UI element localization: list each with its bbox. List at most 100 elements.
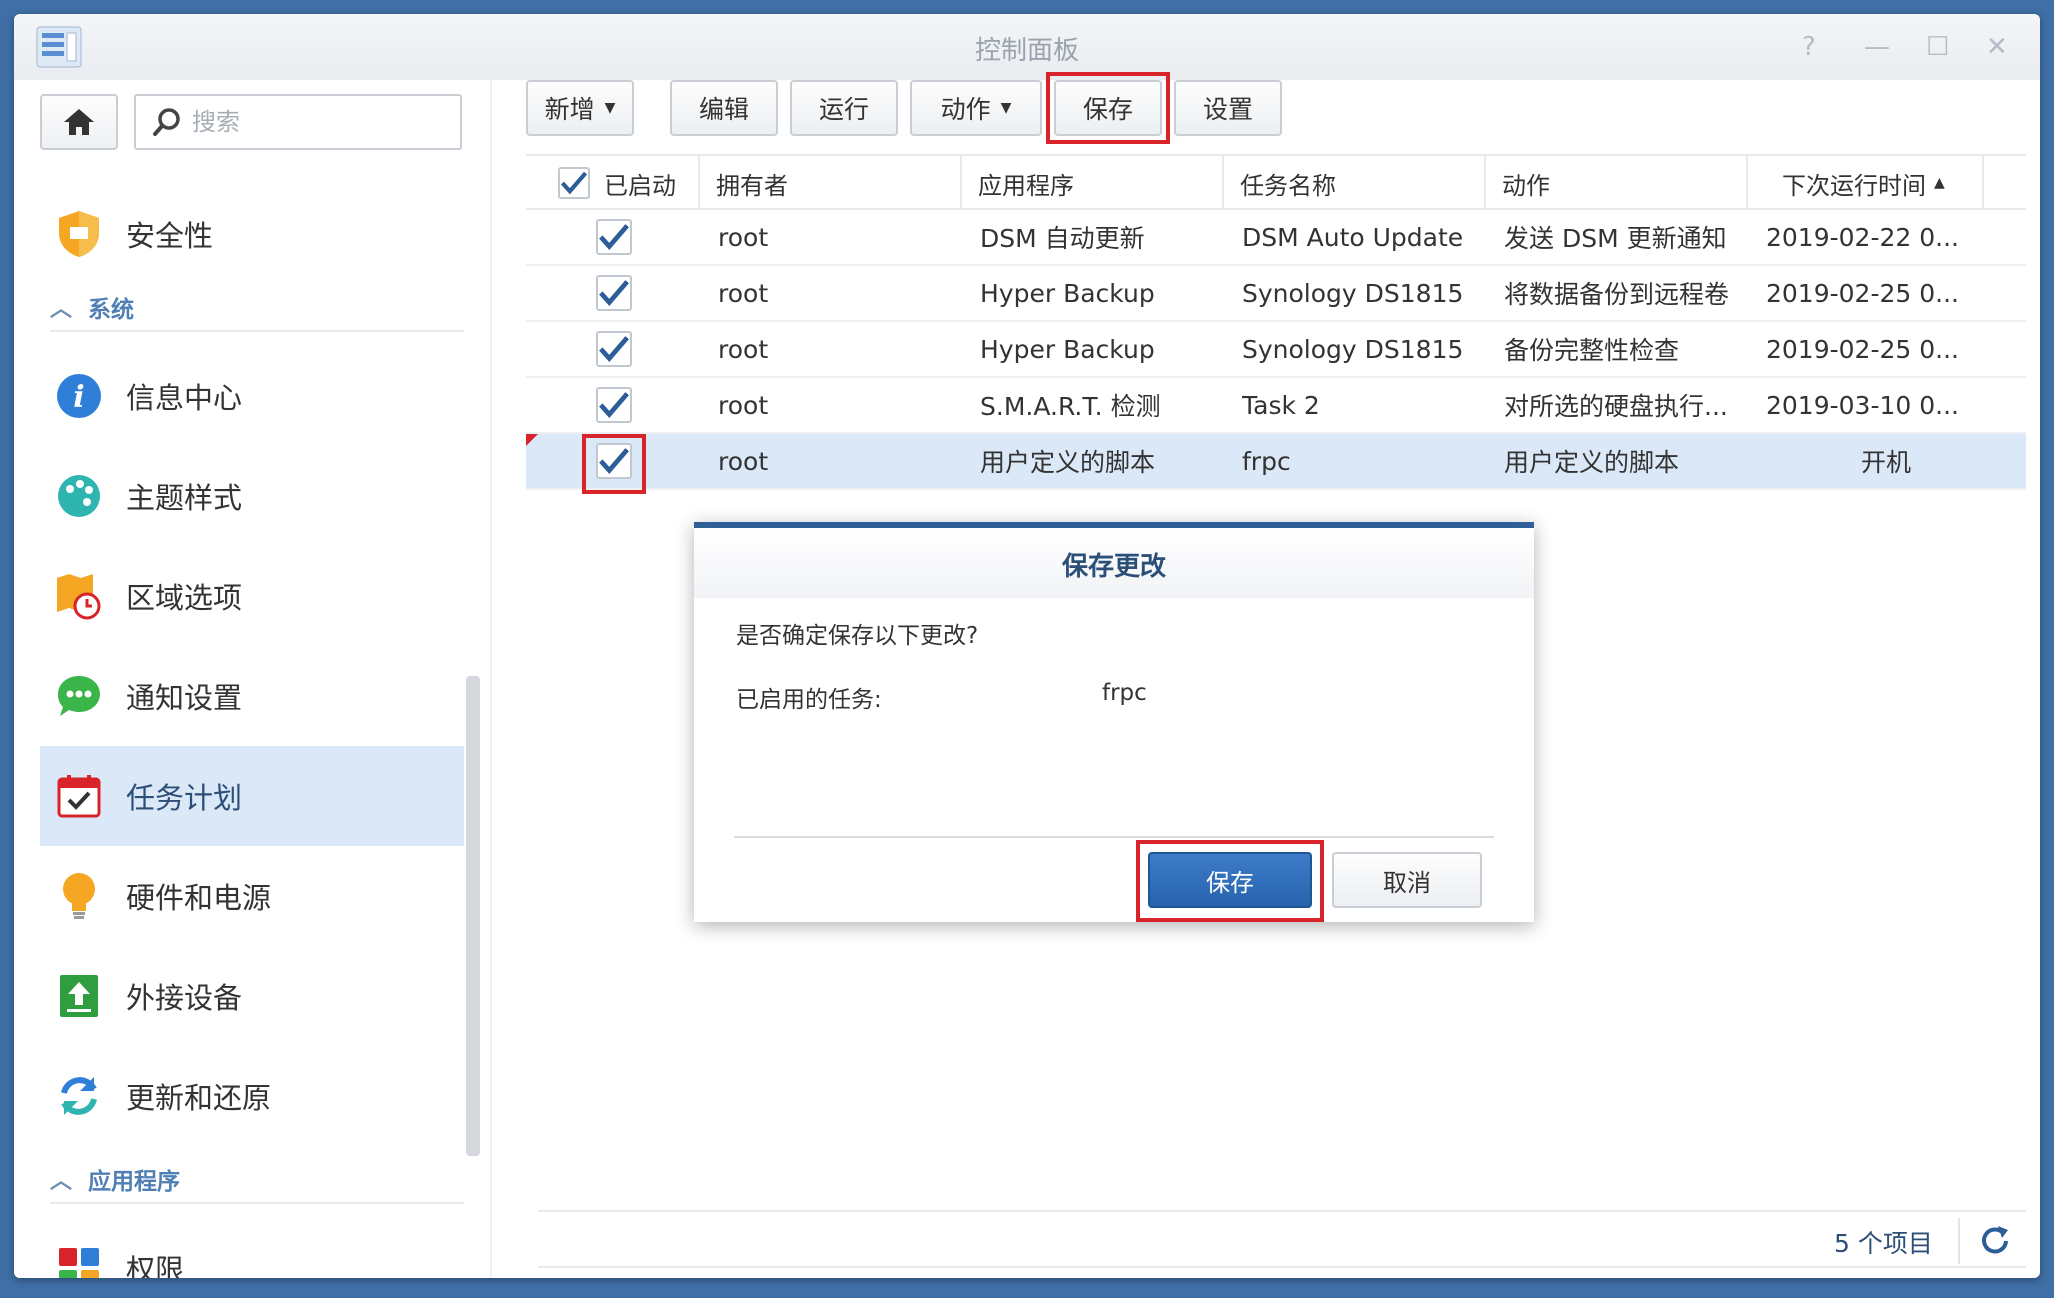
title-bar: 控制面板 ? — ☐ ✕ xyxy=(14,14,2040,80)
table-row[interactable]: root Hyper Backup Synology DS1815 备份完整性检… xyxy=(526,322,2026,378)
app-cell: Hyper Backup xyxy=(980,278,1155,308)
section-label: 系统 xyxy=(88,297,135,323)
sidebar-scrollbar[interactable] xyxy=(466,676,480,1156)
lightbulb-icon xyxy=(54,871,104,921)
enabled-checkbox[interactable] xyxy=(596,331,632,367)
row-checkbox-cell[interactable] xyxy=(596,210,656,264)
close-icon[interactable]: ✕ xyxy=(1986,32,2008,62)
chat-bubble-icon xyxy=(54,671,104,721)
table-row[interactable]: root DSM 自动更新 DSM Auto Update 发送 DSM 更新通… xyxy=(526,210,2026,266)
help-icon[interactable]: ? xyxy=(1802,32,1816,62)
enabled-checkbox[interactable] xyxy=(596,219,632,255)
sidebar-item-label: 硬件和电源 xyxy=(126,881,272,915)
owner-cell: root xyxy=(718,334,769,364)
checkmark-icon xyxy=(599,280,629,306)
owner-cell: root xyxy=(718,222,769,252)
sidebar-divider xyxy=(490,80,492,1278)
action-cell: 发送 DSM 更新通知 xyxy=(1504,224,1727,253)
table-row[interactable]: root Hyper Backup Synology DS1815 将数据备份到… xyxy=(526,266,2026,322)
search-input[interactable] xyxy=(192,108,432,136)
app-cell: S.M.A.R.T. 检测 xyxy=(980,392,1161,421)
footer-divider xyxy=(538,1210,2026,1212)
action-label: 动作 xyxy=(940,95,991,124)
row-checkbox-cell[interactable] xyxy=(596,434,656,488)
window-title: 控制面板 xyxy=(974,36,1079,66)
sidebar-item-update-restore[interactable]: 更新和还原 xyxy=(40,1046,464,1146)
run-label: 运行 xyxy=(818,95,869,124)
column-header-label: 任务名称 xyxy=(1240,171,1336,200)
column-next-run[interactable]: 下次运行时间 ▲ xyxy=(1748,156,1984,210)
sidebar-item-theme[interactable]: 主题样式 xyxy=(40,446,464,546)
save-changes-dialog: 保存更改 是否确定保存以下更改? 已启用的任务: frpc 保存 取消 xyxy=(694,522,1534,922)
sidebar-item-label: 更新和还原 xyxy=(126,1081,272,1115)
new-dropdown-button[interactable]: 新增 ▼ xyxy=(526,80,634,136)
sidebar-item-external-devices[interactable]: 外接设备 xyxy=(40,946,464,1046)
sidebar-item-privileges[interactable]: 权限 xyxy=(40,1218,464,1278)
row-checkbox-cell[interactable] xyxy=(596,322,656,376)
section-header-apps[interactable]: ︿ 应用程序 xyxy=(50,1156,464,1204)
row-checkbox-cell[interactable] xyxy=(596,266,656,320)
next-run-cell: 2019-02-22 0... xyxy=(1766,222,1959,252)
save-button[interactable]: 保存 xyxy=(1054,80,1162,136)
enabled-checkbox[interactable] xyxy=(596,275,632,311)
table-row[interactable]: root S.M.A.R.T. 检测 Task 2 对所选的硬盘执行... 20… xyxy=(526,378,2026,434)
task-cell: Synology DS1815 xyxy=(1242,334,1464,364)
column-header-label: 已启动 xyxy=(604,171,676,200)
apps-grid-icon xyxy=(54,1243,104,1278)
edit-button[interactable]: 编辑 xyxy=(670,80,778,136)
sidebar-item-task-scheduler[interactable]: 任务计划 xyxy=(40,746,464,846)
refresh-icon[interactable] xyxy=(1976,1222,2014,1260)
app-cell: DSM 自动更新 xyxy=(980,224,1145,253)
dialog-field-label: 已启用的任务: xyxy=(736,687,882,713)
dialog-save-button[interactable]: 保存 xyxy=(1148,852,1312,908)
run-button[interactable]: 运行 xyxy=(790,80,898,136)
column-header-label: 应用程序 xyxy=(978,171,1074,200)
maximize-icon[interactable]: ☐ xyxy=(1926,32,1949,62)
enabled-checkbox[interactable] xyxy=(596,387,632,423)
column-enabled[interactable]: 已启动 xyxy=(526,156,700,210)
footer-bottom-line xyxy=(538,1266,2026,1268)
sidebar-item-notification[interactable]: 通知设置 xyxy=(40,646,464,746)
sidebar-item-info-center[interactable]: i 信息中心 xyxy=(40,346,464,446)
row-checkbox-cell[interactable] xyxy=(596,378,656,432)
next-run-cell: 开机 xyxy=(1860,448,1911,477)
action-dropdown-button[interactable]: 动作 ▼ xyxy=(910,80,1042,136)
settings-label: 设置 xyxy=(1202,95,1253,124)
modified-marker xyxy=(526,434,538,446)
sidebar-item-security[interactable]: 安全性 xyxy=(40,184,464,284)
select-all-checkbox[interactable] xyxy=(558,167,590,199)
table-row-selected[interactable]: root 用户定义的脚本 frpc 用户定义的脚本 开机 xyxy=(526,434,2026,490)
footer-separator xyxy=(1958,1218,1960,1264)
next-run-cell: 2019-02-25 0... xyxy=(1766,334,1959,364)
column-application[interactable]: 应用程序 xyxy=(962,156,1224,210)
action-cell: 对所选的硬盘执行... xyxy=(1504,392,1728,421)
caret-down-icon: ▼ xyxy=(604,100,616,116)
minimize-icon[interactable]: — xyxy=(1864,32,1890,62)
palette-icon xyxy=(54,471,104,521)
column-owner[interactable]: 拥有者 xyxy=(700,156,962,210)
column-action[interactable]: 动作 xyxy=(1486,156,1748,210)
sidebar-item-hardware-power[interactable]: 硬件和电源 xyxy=(40,846,464,946)
owner-cell: root xyxy=(718,278,769,308)
save-label: 保存 xyxy=(1082,95,1133,124)
sort-ascending-icon: ▲ xyxy=(1934,175,1945,191)
task-cell: Task 2 xyxy=(1242,390,1320,420)
sidebar-item-region[interactable]: 区域选项 xyxy=(40,546,464,646)
checkmark-icon xyxy=(599,336,629,362)
enabled-checkbox[interactable] xyxy=(596,443,632,479)
owner-cell: root xyxy=(718,446,769,476)
dialog-cancel-button[interactable]: 取消 xyxy=(1332,852,1482,908)
action-cell: 将数据备份到远程卷 xyxy=(1504,280,1730,309)
column-task-name[interactable]: 任务名称 xyxy=(1224,156,1486,210)
task-cell: Synology DS1815 xyxy=(1242,278,1464,308)
settings-button[interactable]: 设置 xyxy=(1174,80,1282,136)
search-field[interactable] xyxy=(134,94,462,150)
home-button[interactable] xyxy=(40,94,118,150)
sidebar: 安全性 ︿ 系统 i 信息中心 主题样式 区域选项 xyxy=(14,80,492,1278)
chevron-up-icon: ︿ xyxy=(50,1169,73,1194)
checkmark-icon xyxy=(599,392,629,418)
dialog-question: 是否确定保存以下更改? xyxy=(736,623,979,649)
section-header-system[interactable]: ︿ 系统 xyxy=(50,284,464,332)
sidebar-item-label: 主题样式 xyxy=(126,481,243,515)
action-cell: 用户定义的脚本 xyxy=(1504,448,1680,477)
